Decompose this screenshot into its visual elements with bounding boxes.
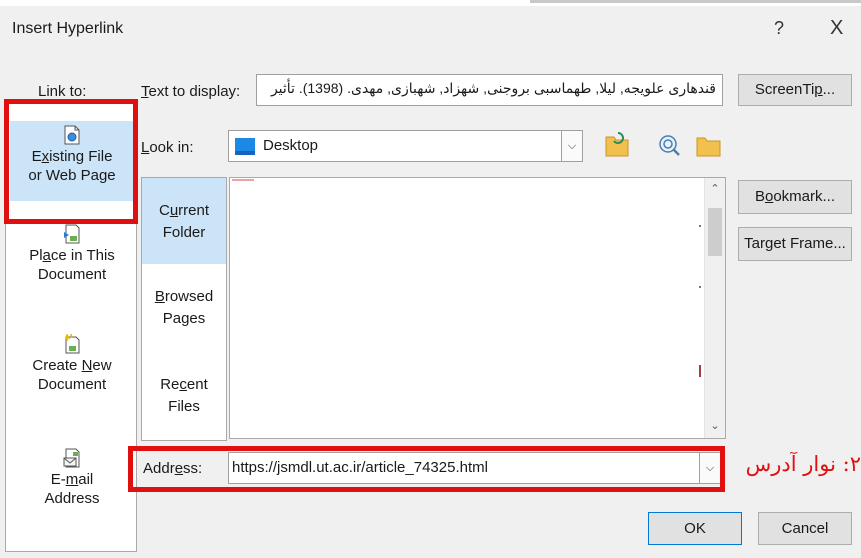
browse-web-icon[interactable] (604, 131, 630, 159)
close-button[interactable]: X (830, 17, 843, 40)
nav-browsed-pages[interactable]: Browsed Pages (142, 286, 226, 346)
bookmark-button[interactable]: Bookmark... (738, 180, 852, 214)
scroll-thumb[interactable] (708, 208, 722, 256)
file-list-scrollbar[interactable]: ⌃ ⌄ (704, 178, 725, 438)
place-in-document-icon (64, 224, 80, 244)
email-icon (63, 448, 80, 468)
browse-file-icon[interactable] (656, 132, 682, 158)
highlight-existing-file (4, 99, 138, 224)
scroll-up-icon[interactable]: ⌃ (705, 182, 725, 195)
list-item-fragment (699, 225, 701, 227)
look-in-value: Desktop (263, 137, 319, 154)
chevron-down-icon[interactable]: ⌵ (561, 131, 582, 161)
cancel-button[interactable]: Cancel (758, 512, 852, 545)
up-folder-icon[interactable] (696, 132, 722, 158)
look-in-label: Look in: (141, 139, 194, 156)
list-item-fragment (232, 179, 254, 181)
screentip-button[interactable]: ScreenTip... (738, 74, 852, 106)
dialog-title: Insert Hyperlink (12, 20, 124, 37)
look-in-dropdown[interactable]: Desktop ⌵ (228, 130, 583, 162)
address-bar-annotation: ۲: نوار آدرس (745, 452, 861, 476)
text-to-display-value: قندهاری علویجه, لیلا, طهماسبی بروجنی, شه… (270, 80, 716, 96)
link-place-in-document[interactable]: Place in This Document (10, 224, 134, 304)
target-frame-button[interactable]: Target Frame... (738, 227, 852, 261)
highlight-address-bar (128, 446, 725, 492)
look-in-nav: Current Folder Browsed Pages Recent File… (141, 177, 227, 441)
text-to-display-input[interactable]: قندهاری علویجه, لیلا, طهماسبی بروجنی, شه… (256, 74, 723, 106)
ok-button[interactable]: OK (648, 512, 742, 545)
nav-recent-files[interactable]: Recent Files (142, 374, 226, 434)
link-email-address[interactable]: E-mail Address (10, 448, 134, 528)
list-item-fragment (699, 286, 701, 288)
text-to-display-label: Text to display: (141, 83, 241, 100)
desktop-folder-icon (235, 138, 255, 155)
window-top-line (530, 0, 861, 3)
link-create-new-document[interactable]: Create New Document (10, 334, 134, 414)
nav-current-folder[interactable]: Current Folder (142, 178, 226, 264)
link-to-label: Link to: (38, 83, 87, 100)
new-document-icon (64, 334, 80, 354)
list-item-fragment (699, 365, 701, 377)
file-list[interactable]: ⌃ ⌄ (229, 177, 726, 439)
help-button[interactable]: ? (774, 18, 784, 39)
scroll-down-icon[interactable]: ⌄ (705, 419, 725, 432)
